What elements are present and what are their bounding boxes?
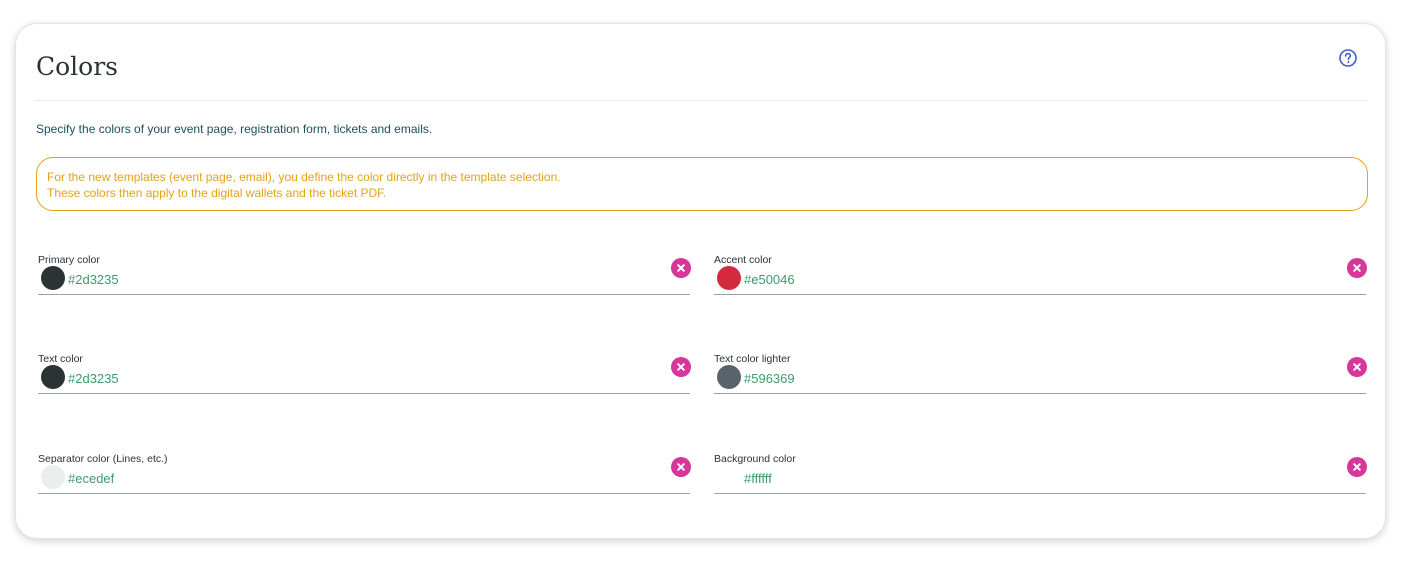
field-underline	[714, 294, 1366, 295]
color-swatch[interactable]	[717, 365, 741, 389]
field-text-color: Text color	[38, 352, 691, 408]
close-circle-icon	[1353, 264, 1361, 272]
close-circle-icon	[1353, 363, 1361, 371]
color-swatch[interactable]	[717, 465, 741, 489]
clear-button[interactable]	[1347, 357, 1367, 377]
field-label: Text color lighter	[714, 353, 791, 365]
field-label: Text color	[38, 353, 83, 365]
color-input[interactable]	[68, 371, 648, 387]
help-icon[interactable]	[1338, 48, 1358, 68]
close-circle-icon	[677, 264, 685, 272]
notice-line: These colors then apply to the digital w…	[47, 186, 387, 200]
color-input[interactable]	[744, 371, 1324, 387]
color-input[interactable]	[744, 272, 1324, 288]
field-label: Separator color (Lines, etc.)	[38, 453, 168, 465]
field-underline	[38, 294, 690, 295]
close-circle-icon	[1353, 463, 1361, 471]
field-label: Primary color	[38, 254, 100, 266]
field-label: Background color	[714, 453, 796, 465]
panel-title: Colors	[36, 52, 119, 81]
color-swatch[interactable]	[41, 465, 65, 489]
title-divider	[36, 100, 1368, 101]
close-circle-icon	[677, 463, 685, 471]
clear-button[interactable]	[671, 258, 691, 278]
field-underline	[714, 393, 1366, 394]
field-underline	[38, 493, 690, 494]
color-input[interactable]	[68, 272, 648, 288]
field-label: Accent color	[714, 254, 772, 266]
field-primary-color: Primary color	[38, 253, 691, 309]
notice-line: For the new templates (event page, email…	[47, 170, 561, 184]
color-input[interactable]	[68, 471, 648, 487]
clear-button[interactable]	[671, 457, 691, 477]
field-accent-color: Accent color	[714, 253, 1367, 309]
clear-button[interactable]	[1347, 457, 1367, 477]
field-text-color-lighter: Text color lighter	[714, 352, 1367, 408]
field-background-color: Background color	[714, 452, 1367, 508]
close-circle-icon	[677, 363, 685, 371]
field-separator-color: Separator color (Lines, etc.)	[38, 452, 691, 508]
clear-button[interactable]	[1347, 258, 1367, 278]
color-input[interactable]	[744, 471, 1324, 487]
colors-panel: Colors Specify the colors of your event …	[15, 23, 1386, 539]
templates-notice: For the new templates (event page, email…	[36, 157, 1368, 211]
color-swatch[interactable]	[41, 266, 65, 290]
color-swatch[interactable]	[717, 266, 741, 290]
field-underline	[38, 393, 690, 394]
clear-button[interactable]	[671, 357, 691, 377]
panel-description: Specify the colors of your event page, r…	[36, 122, 433, 136]
field-underline	[714, 493, 1366, 494]
color-swatch[interactable]	[41, 365, 65, 389]
